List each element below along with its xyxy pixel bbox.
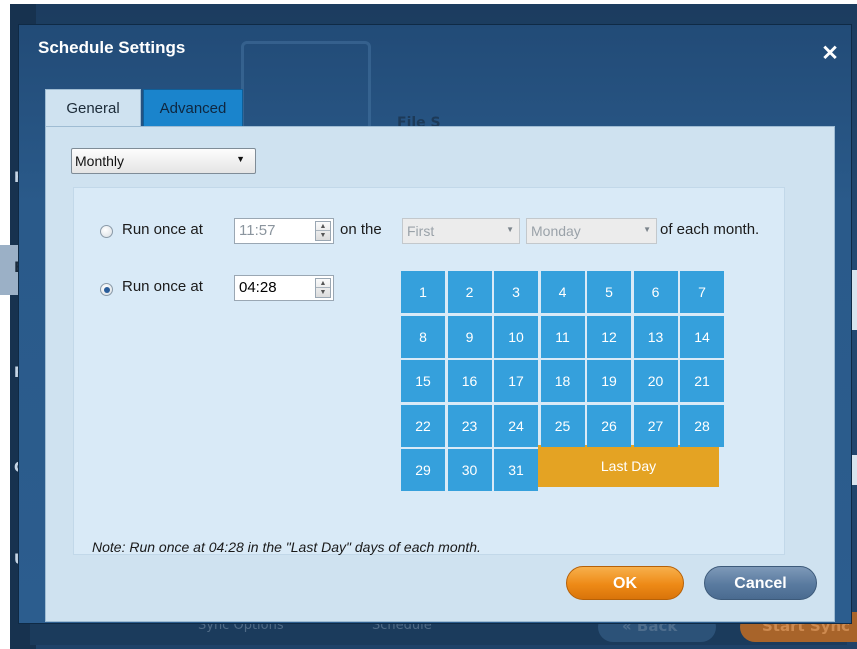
calendar-day-12[interactable]: 12 [587,315,631,358]
schedule-note: Note: Run once at 04:28 in the "Last Day… [92,539,481,555]
option2-time-spinner[interactable]: ▲ ▼ [315,278,331,298]
chevron-down-icon: ▼ [643,225,651,234]
option2-label: Run once at [122,278,203,295]
calendar-day-29[interactable]: 29 [401,449,445,491]
frequency-select[interactable]: Monthly ▼ [71,148,256,174]
close-button[interactable]: ✕ [819,43,841,65]
option2-time-value: 04:28 [239,279,277,296]
calendar-day-24[interactable]: 24 [494,404,538,447]
spin-up-icon: ▲ [316,222,330,231]
ok-button[interactable]: OK [566,566,684,600]
schedule-options-panel: Run once at 11:57 ▲ ▼ on the First ▼ Mond… [73,187,785,555]
week-ordinal-select[interactable]: First ▼ [402,218,520,244]
calendar-day-5[interactable]: 5 [587,271,631,313]
calendar-day-22[interactable]: 22 [401,404,445,447]
background-illustration [241,41,371,131]
frequency-value: Monthly [75,153,125,169]
calendar-day-28[interactable]: 28 [680,404,724,447]
calendar-day-25[interactable]: 25 [540,404,585,447]
calendar-day-31[interactable]: 31 [494,449,538,491]
option1-label: Run once at [122,221,203,238]
schedule-settings-dialog: File S Schedule Settings ✕ General Advan… [18,24,852,624]
general-tab-panel: Monthly ▼ Run once at 11:57 ▲ ▼ on the Fi… [45,126,835,622]
last-day-button[interactable]: Last Day [538,445,719,487]
cancel-button[interactable]: Cancel [704,566,817,600]
calendar-day-13[interactable]: 13 [633,315,678,358]
spin-up-icon: ▲ [316,279,330,288]
weekday-value: Monday [531,223,581,239]
tab-general[interactable]: General [45,89,141,127]
option2-time-input[interactable]: 04:28 ▲ ▼ [234,275,334,301]
calendar-day-4[interactable]: 4 [540,271,585,313]
close-icon: ✕ [821,42,839,65]
calendar-day-30[interactable]: 30 [447,449,492,491]
chevron-down-icon: ▼ [236,154,245,164]
calendar-day-18[interactable]: 18 [540,360,585,402]
week-ordinal-value: First [407,223,435,239]
calendar-day-20[interactable]: 20 [633,360,678,402]
option1-time-value: 11:57 [239,222,276,239]
option1-time-input[interactable]: 11:57 ▲ ▼ [234,218,334,244]
radio-run-once-weekday[interactable] [100,225,113,238]
spin-down-icon: ▼ [319,232,327,239]
of-each-month-label: of each month. [660,221,760,238]
radio-run-once-days[interactable] [100,283,113,296]
calendar-day-21[interactable]: 21 [680,360,724,402]
chevron-down-icon: ▼ [506,225,514,234]
calendar-day-8[interactable]: 8 [401,315,445,358]
calendar-day-2[interactable]: 2 [447,271,492,313]
calendar-day-3[interactable]: 3 [494,271,538,313]
on-the-label: on the [340,221,382,238]
calendar-day-27[interactable]: 27 [633,404,678,447]
tab-advanced[interactable]: Advanced [143,89,243,127]
option1-time-spinner[interactable]: ▲ ▼ [315,221,331,241]
calendar-day-9[interactable]: 9 [447,315,492,358]
calendar-day-23[interactable]: 23 [447,404,492,447]
calendar-day-7[interactable]: 7 [680,271,724,313]
calendar-day-19[interactable]: 19 [587,360,631,402]
calendar-day-10[interactable]: 10 [494,315,538,358]
calendar-day-6[interactable]: 6 [633,271,678,313]
calendar-day-17[interactable]: 17 [494,360,538,402]
spin-down-icon: ▼ [319,289,327,296]
weekday-select[interactable]: Monday ▼ [526,218,657,244]
calendar-day-1[interactable]: 1 [401,271,445,313]
calendar-day-26[interactable]: 26 [587,404,631,447]
dialog-title: Schedule Settings [38,38,186,57]
calendar-day-11[interactable]: 11 [540,315,585,358]
calendar-day-15[interactable]: 15 [401,360,445,402]
calendar-day-14[interactable]: 14 [680,315,724,358]
calendar-day-16[interactable]: 16 [447,360,492,402]
day-of-month-calendar: Last Day 1 2 3 4 5 6 7 8 9 10 11 12 13 14 15 16 17 18 19 20… [401,271,724,491]
